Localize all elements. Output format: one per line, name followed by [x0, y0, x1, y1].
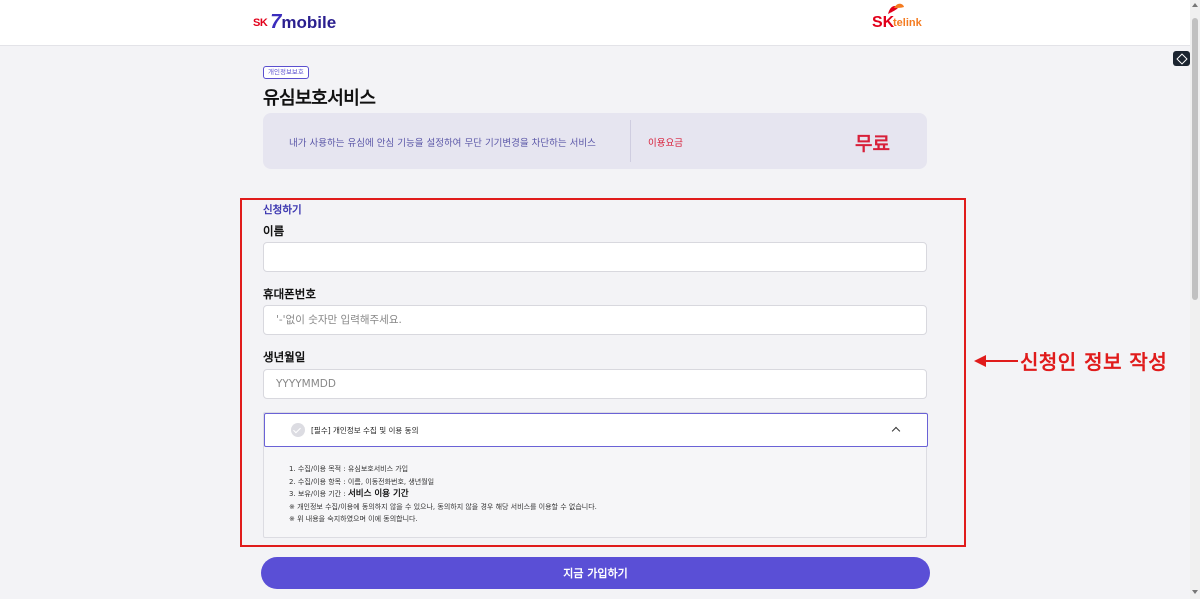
- logo-seven-text: 7: [270, 11, 282, 33]
- scroll-up-icon[interactable]: [1192, 3, 1198, 7]
- annotation-highlight-frame: [240, 198, 966, 547]
- fee-label: 이용요금: [648, 138, 683, 149]
- top-header: SK 7 mobile SK telink: [0, 0, 1190, 46]
- sk-7mobile-logo[interactable]: SK 7 mobile: [253, 11, 336, 34]
- service-info-box: 내가 사용하는 유심에 안심 기능을 설정하여 무단 기기변경을 차단하는 서비…: [263, 113, 927, 169]
- annotation-text: 신청인 정보 작성: [1020, 350, 1168, 374]
- logo-sk-text: SK: [253, 16, 268, 29]
- vertical-scrollbar[interactable]: [1190, 0, 1200, 599]
- submit-button[interactable]: 지금 가입하기: [261, 557, 930, 589]
- info-divider: [630, 120, 631, 162]
- logo-telink-text: telink: [893, 17, 922, 29]
- page-title: 유심보호서비스: [263, 88, 376, 109]
- service-description: 내가 사용하는 유심에 안심 기능을 설정하여 무단 기기변경을 차단하는 서비…: [289, 138, 596, 149]
- sk-telink-logo[interactable]: SK telink: [872, 2, 932, 42]
- scroll-down-icon[interactable]: [1192, 590, 1198, 594]
- extension-icon[interactable]: [1173, 51, 1190, 66]
- category-badge: 개인정보보호: [263, 66, 309, 79]
- annotation-callout: 신청인 정보 작성: [974, 346, 1167, 375]
- logo-mobile-text: mobile: [281, 12, 337, 32]
- left-arrow-icon: [974, 349, 1018, 373]
- logo-right-sk-text: SK: [872, 14, 895, 31]
- fee-value: 무료: [855, 133, 890, 155]
- scroll-thumb[interactable]: [1192, 18, 1198, 300]
